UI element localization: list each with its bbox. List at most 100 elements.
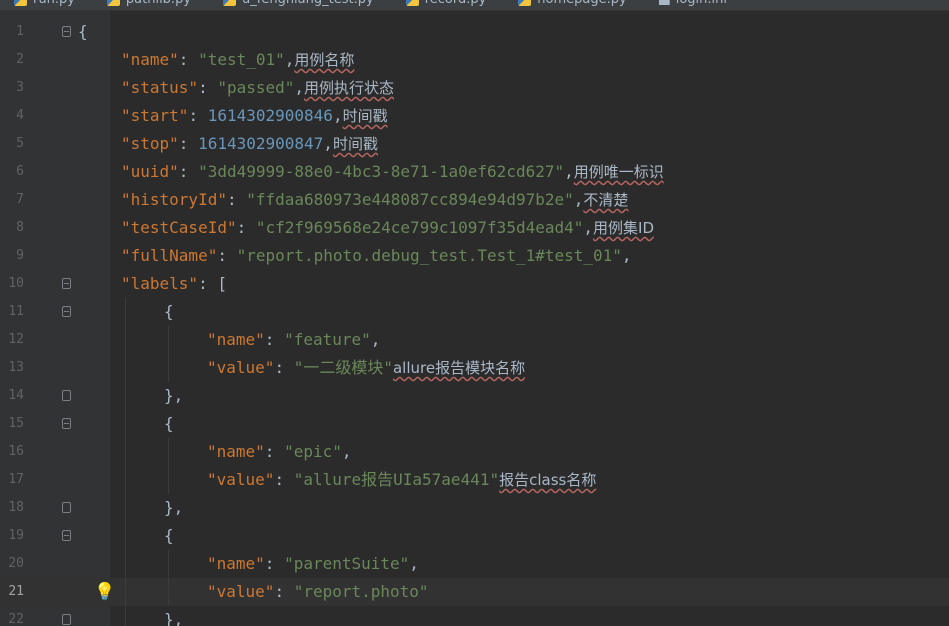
code-token: }, — [164, 610, 184, 626]
code-line[interactable]: 19 { — [0, 522, 949, 550]
line-number: 2 — [16, 52, 24, 67]
code-token: { — [164, 302, 174, 321]
code-line[interactable]: 16 "name": "epic", — [0, 438, 949, 466]
code-text: "name": "epic", — [207, 438, 352, 466]
code-token: allure报告模块名称 — [392, 359, 526, 377]
code-token: 用例唯一标识 — [573, 163, 664, 181]
fold-marker-icon[interactable] — [62, 502, 71, 513]
editor-tab[interactable]: pathlib.py — [93, 0, 209, 10]
code-token: , — [323, 134, 333, 153]
editor-tab[interactable]: run.py — [0, 0, 93, 10]
editor-tab[interactable]: login.ini — [645, 0, 745, 10]
code-token: : [ — [198, 274, 227, 293]
code-token: 时间戳 — [342, 107, 388, 125]
code-line[interactable]: 17 "value": "allure报告UIa57ae441"报告class名称 — [0, 466, 949, 494]
code-line[interactable]: 14}, — [0, 382, 949, 410]
code-line[interactable]: 4 "start": 1614302900846,时间戳 — [0, 102, 949, 130]
code-text: { — [164, 522, 174, 550]
code-token: "value" — [207, 582, 275, 601]
code-line[interactable]: 20 "name": "parentSuite", — [0, 550, 949, 578]
code-token: , — [370, 330, 381, 349]
code-token: "ffdaa680973e448087cc894e94d97b2e" — [246, 190, 574, 209]
code-line[interactable]: 6 "uuid": "3dd49999-88e0-4bc3-8e71-1a0ef6… — [0, 158, 949, 186]
code-token: : — [236, 218, 256, 237]
code-token: 用例名称 — [294, 51, 355, 69]
line-number: 15 — [8, 416, 24, 431]
code-token: "一二级模块" — [293, 358, 393, 377]
code-text: { — [164, 410, 174, 438]
code-line[interactable]: 21 💡 "value": "report.photo" — [0, 578, 949, 606]
fold-marker-icon[interactable] — [62, 390, 71, 401]
editor-tab-label: pathlib.py — [126, 0, 191, 7]
code-token: 不清楚 — [583, 191, 629, 209]
code-token: { — [164, 526, 174, 545]
code-token: "historyId" — [121, 190, 227, 209]
code-token: "name" — [207, 330, 265, 349]
line-number: 3 — [16, 80, 24, 95]
code-token: "allure报告UIa57ae441" — [293, 470, 500, 489]
code-line[interactable]: 18}, — [0, 494, 949, 522]
code-token: : — [274, 470, 294, 489]
code-token: , — [332, 106, 343, 125]
python-file-icon — [405, 0, 419, 6]
editor-tab[interactable]: homepage.py — [504, 0, 644, 10]
code-token: , — [621, 246, 632, 265]
python-file-icon — [518, 0, 532, 6]
indent-guide — [125, 494, 126, 522]
code-line[interactable]: 1{ — [0, 18, 949, 46]
code-line[interactable]: 15 { — [0, 410, 949, 438]
code-token: "labels" — [121, 274, 199, 293]
text-file-icon — [658, 0, 670, 5]
code-text: "stop": 1614302900847,时间戳 — [121, 130, 378, 158]
editor-tab[interactable]: u_fengniang_test.py — [209, 0, 392, 10]
code-text: "uuid": "3dd49999-88e0-4bc3-8e71-1a0ef62… — [121, 158, 664, 186]
code-line[interactable]: 11 { — [0, 298, 949, 326]
fold-marker-icon[interactable] — [62, 26, 71, 37]
code-token: : — [217, 246, 237, 265]
code-text: { — [164, 298, 174, 326]
code-text: "name": "feature", — [207, 326, 380, 354]
code-token: , — [294, 78, 305, 97]
code-token: 时间戳 — [332, 135, 378, 153]
indent-guide — [168, 326, 169, 354]
editor-tab-label: login.ini — [676, 0, 727, 7]
code-line[interactable]: 12 "name": "feature", — [0, 326, 949, 354]
code-line[interactable]: 10 "labels": [ — [0, 270, 949, 298]
line-number: 20 — [8, 556, 24, 571]
indent-guide — [168, 550, 169, 578]
code-text: "status": "passed",用例执行状态 — [121, 74, 394, 102]
editor-tab-label: u_fengniang_test.py — [242, 0, 374, 7]
fold-marker-icon[interactable] — [62, 306, 71, 317]
line-number: 13 — [8, 360, 24, 375]
code-token: "status" — [121, 78, 199, 97]
code-text: "fullName": "report.photo.debug_test.Tes… — [121, 242, 632, 270]
code-token: : — [264, 554, 285, 573]
code-text: "name": "test_01",用例名称 — [121, 46, 354, 74]
code-line[interactable]: 3 "status": "passed",用例执行状态 — [0, 74, 949, 102]
code-line[interactable]: 13 "value": "一二级模块"allure报告模块名称 — [0, 354, 949, 382]
code-token: "name" — [121, 50, 179, 69]
fold-marker-icon[interactable] — [62, 614, 71, 625]
fold-marker-icon[interactable] — [62, 418, 71, 429]
code-editor-window: run.py pathlib.py u_fengniang_test.py recor… — [0, 0, 949, 626]
code-line[interactable]: 22}, — [0, 606, 949, 626]
code-token: "name" — [207, 554, 265, 573]
code-text: "labels": [ — [121, 270, 227, 298]
code-line[interactable]: 9 "fullName": "report.photo.debug_test.Te… — [0, 242, 949, 270]
editor-tab[interactable]: record.py — [392, 0, 505, 10]
code-line[interactable]: 8 "testCaseId": "cf2f969568e24ce799c1097f… — [0, 214, 949, 242]
indent-guide — [168, 578, 169, 606]
code-token: 用例执行状态 — [304, 79, 395, 97]
code-token: , — [341, 442, 352, 461]
indent-guide — [125, 354, 126, 382]
code-line[interactable]: 2 "name": "test_01",用例名称 — [0, 46, 949, 74]
code-token: "parentSuite" — [284, 554, 410, 573]
code-line[interactable]: 5 "stop": 1614302900847,时间戳 — [0, 130, 949, 158]
line-number: 17 — [8, 472, 24, 487]
fold-marker-icon[interactable] — [62, 278, 71, 289]
lightbulb-icon[interactable]: 💡 — [94, 582, 115, 602]
fold-marker-icon[interactable] — [62, 530, 71, 541]
line-number: 12 — [8, 332, 24, 347]
code-line[interactable]: 7 "historyId": "ffdaa680973e448087cc894e9… — [0, 186, 949, 214]
code-token: "test_01" — [198, 50, 285, 69]
